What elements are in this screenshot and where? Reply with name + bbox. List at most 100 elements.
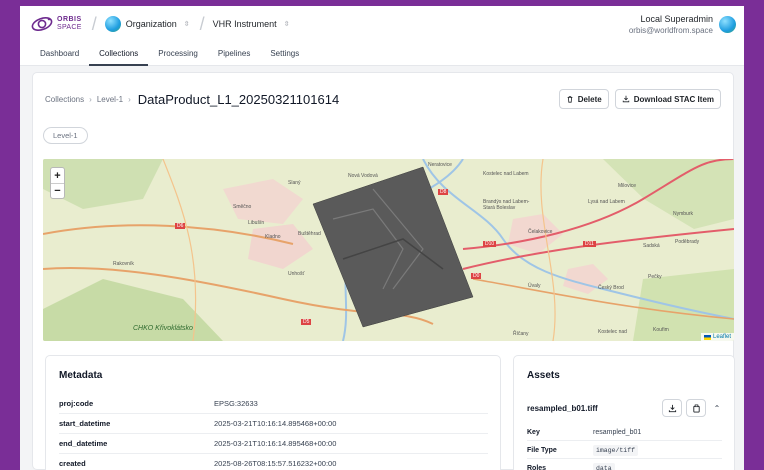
orbis-logo-icon <box>31 17 53 31</box>
metadata-value: EPSG:32633 <box>214 399 258 408</box>
map-label-brandys: Brandýs nad Labem-Stará Boleslav <box>483 199 530 211</box>
brand-subname: SPACE <box>57 24 82 31</box>
main-nav: Dashboard Collections Processing Pipelin… <box>20 42 744 66</box>
organization-label: Organization <box>125 19 177 29</box>
trash-icon <box>567 96 573 103</box>
download-asset-button[interactable] <box>662 399 682 417</box>
level-tag: Level-1 <box>43 127 88 144</box>
chevron-right-icon: › <box>89 94 92 104</box>
map-label-pecky: Pečky <box>648 274 662 280</box>
breadcrumb-collections[interactable]: Collections <box>45 95 84 104</box>
download-icon <box>668 404 676 412</box>
delete-button[interactable]: Delete <box>558 89 609 109</box>
metadata-key: end_datetime <box>59 439 108 448</box>
user-avatar-icon <box>719 15 736 33</box>
map-label-kladno: Kladno <box>265 234 281 240</box>
asset-header: resampled_b01.tiff ⌃ <box>527 398 724 418</box>
metadata-key: created <box>59 459 86 468</box>
download-icon <box>622 95 629 103</box>
asset-key: Key <box>527 428 540 436</box>
asset-row: Key resampled_b01 <box>527 424 722 441</box>
asset-name: resampled_b01.tiff <box>527 403 598 413</box>
divider: / <box>91 13 97 34</box>
metadata-row: start_datetime 2025-03-21T10:16:14.89546… <box>59 414 488 434</box>
map-label-podebrady: Poděbrady <box>675 239 700 245</box>
metadata-value: 2025-03-21T10:16:14.895468+00:00 <box>214 439 337 448</box>
map-label-krivoklatsko: CHKO Křivoklátsko <box>133 325 193 332</box>
map-label-d10: D10 <box>483 241 497 247</box>
map-label-lysa: Lysá nad Labem <box>588 199 625 205</box>
asset-value: data <box>593 462 615 470</box>
map-label-smecno: Směčno <box>233 204 252 210</box>
map-label-d11: D11 <box>583 241 596 247</box>
page-title: DataProduct_L1_20250321101614 <box>137 91 340 107</box>
metadata-key: start_datetime <box>59 419 111 428</box>
zoom-out-button[interactable]: − <box>51 183 64 198</box>
tab-dashboard[interactable]: Dashboard <box>30 49 89 65</box>
metadata-row: end_datetime 2025-03-21T10:16:14.895468+… <box>59 434 488 454</box>
brand-name: ORBIS <box>57 16 82 23</box>
map-label-bustehrad: Buštěhrad <box>298 231 321 237</box>
user-menu[interactable]: Local Superadmin orbis@worldfrom.space <box>629 14 736 35</box>
map-label-celakovice: Čelakovice <box>528 229 553 235</box>
map-label-slany: Slaný <box>288 180 301 186</box>
metadata-value: 2025-03-21T10:16:14.895468+00:00 <box>214 419 337 428</box>
tab-collections[interactable]: Collections <box>89 49 149 66</box>
map-label-d8: D8 <box>438 189 449 195</box>
delete-label: Delete <box>577 94 602 104</box>
user-name: Local Superadmin <box>640 13 713 24</box>
instrument-selector[interactable]: VHR Instrument ⇳ <box>213 19 290 29</box>
organization-icon <box>104 16 121 32</box>
user-email: orbis@worldfrom.space <box>628 25 713 35</box>
metadata-key: proj:code <box>59 399 94 408</box>
copy-asset-button[interactable] <box>686 399 706 417</box>
attribution-link[interactable]: Leaflet <box>713 334 731 340</box>
map-label-kourim: Kouřim <box>653 327 669 333</box>
map-label-nova-vodova: Nová Vodová <box>348 173 378 179</box>
map-attribution[interactable]: Leaflet <box>700 333 734 341</box>
map-label-unhost: Unhošť <box>288 271 305 277</box>
breadcrumb-level[interactable]: Level-1 <box>97 95 123 104</box>
map-label-libusin: Libušín <box>248 220 265 226</box>
metadata-title: Metadata <box>59 370 103 381</box>
chevron-updown-icon: ⇳ <box>283 21 290 28</box>
assets-title: Assets <box>527 370 560 381</box>
page-header: Collections › Level-1 › DataProduct_L1_2… <box>45 87 721 111</box>
top-bar: ORBIS SPACE / Organization ⇳ / VHR Instr… <box>20 6 744 42</box>
map-view[interactable]: + − CHKO Křivoklátsko Nová Vodová Slaný … <box>43 159 734 341</box>
divider: / <box>199 13 205 34</box>
metadata-row: created 2025-08-26T08:15:57.516232+00:00 <box>59 454 488 470</box>
organization-selector[interactable]: Organization ⇳ <box>104 16 190 32</box>
map-label-rakovnik: Rakovník <box>113 261 134 267</box>
map-label-neratovice: Neratovice <box>428 162 452 168</box>
tab-pipelines[interactable]: Pipelines <box>208 49 260 65</box>
asset-value: image/tiff <box>593 444 639 456</box>
ukraine-flag-icon <box>703 334 711 340</box>
download-label: Download STAC Item <box>633 94 714 104</box>
tab-settings[interactable]: Settings <box>260 49 309 65</box>
map-label-nymburk: Nymburk <box>673 211 694 217</box>
map-label-kostelec-nad: Kostelec nad <box>598 329 627 335</box>
copy-icon <box>692 404 700 413</box>
zoom-in-button[interactable]: + <box>51 168 64 183</box>
brand-logo[interactable]: ORBIS SPACE <box>30 15 82 33</box>
map-label-milovice: Milovice <box>618 183 637 189</box>
map-label-cesky-brod: Český Brod <box>598 285 624 291</box>
asset-key: Roles <box>527 464 547 470</box>
chevron-up-icon[interactable]: ⌃ <box>710 404 724 413</box>
instrument-label: VHR Instrument <box>212 19 277 29</box>
asset-key: File Type <box>527 446 557 454</box>
download-stac-button[interactable]: Download STAC Item <box>614 89 721 109</box>
map-label-d0: D0 <box>471 273 482 279</box>
chevron-right-icon: › <box>128 94 131 104</box>
asset-row: File Type image/tiff <box>527 442 722 459</box>
chevron-updown-icon: ⇳ <box>183 21 190 28</box>
metadata-row: proj:code EPSG:32633 <box>59 394 488 414</box>
tab-processing[interactable]: Processing <box>148 49 208 65</box>
app-window: ORBIS SPACE / Organization ⇳ / VHR Instr… <box>20 6 744 470</box>
map-label-uvaly: Úvaly <box>528 283 541 289</box>
asset-value: resampled_b01 <box>593 428 642 436</box>
metadata-panel: Metadata proj:code EPSG:32633 start_date… <box>45 355 501 470</box>
map-label-kostelec: Kostelec nad Labem <box>483 171 529 177</box>
metadata-value: 2025-08-26T08:15:57.516232+00:00 <box>214 459 337 468</box>
